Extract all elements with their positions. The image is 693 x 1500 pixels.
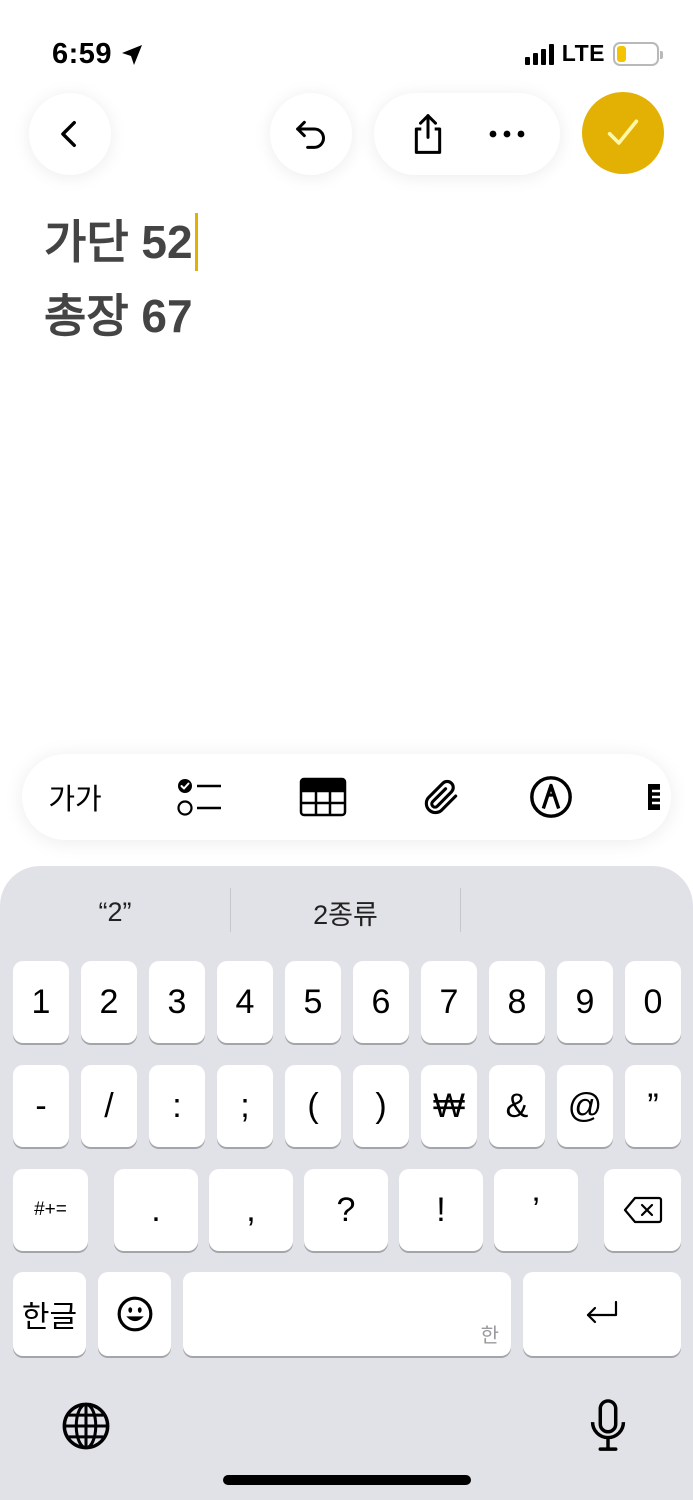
globe-icon	[62, 1402, 110, 1450]
keyboard: “2” 2종류 1 2 3 4 5 6 7 8 9 0 - / : ; ( ) …	[0, 866, 693, 1500]
suggestion-2[interactable]: 2종류	[231, 888, 460, 936]
key[interactable]: ₩	[421, 1065, 477, 1147]
back-button[interactable]	[29, 93, 111, 175]
partial-cut-off-icon	[648, 784, 662, 810]
backspace-icon	[623, 1196, 662, 1224]
suggestion-3[interactable]	[461, 888, 693, 936]
checkmark-icon	[607, 119, 639, 145]
key[interactable]: -	[13, 1065, 69, 1147]
key[interactable]: ,	[209, 1169, 293, 1251]
network-type: LTE	[561, 40, 605, 66]
undo-button[interactable]	[270, 93, 352, 175]
location-arrow-icon	[122, 44, 143, 65]
key[interactable]: 3	[149, 961, 205, 1043]
status-indicators: LTE	[524, 40, 663, 67]
dictation-button[interactable]	[578, 1396, 638, 1456]
paperclip-icon	[424, 779, 458, 815]
table-button[interactable]	[280, 754, 366, 840]
key[interactable]: 1	[13, 961, 69, 1043]
battery-icon	[613, 41, 663, 66]
format-toolbar: 가가	[22, 754, 671, 840]
table-icon	[299, 777, 347, 817]
share-icon	[414, 114, 441, 154]
key[interactable]: .	[114, 1169, 198, 1251]
more-button[interactable]	[472, 99, 542, 169]
home-indicator[interactable]	[223, 1475, 471, 1485]
key[interactable]: ?	[304, 1169, 388, 1251]
checklist-icon	[177, 779, 221, 816]
globe-button[interactable]	[56, 1396, 116, 1456]
undo-icon	[296, 120, 325, 149]
actions-pill	[374, 93, 560, 175]
key[interactable]: @	[557, 1065, 613, 1147]
microphone-icon	[590, 1399, 626, 1451]
checklist-button[interactable]	[156, 754, 242, 840]
note-line-2-text: 총장 67	[44, 290, 193, 342]
text-format-button[interactable]: 가가	[32, 754, 118, 840]
key[interactable]: ”	[625, 1065, 681, 1147]
key[interactable]: /	[81, 1065, 137, 1147]
markup-pen-icon	[530, 776, 572, 818]
key[interactable]: 8	[489, 961, 545, 1043]
key[interactable]: :	[149, 1065, 205, 1147]
done-button[interactable]	[582, 92, 664, 174]
note-line-1-text: 가단 52	[44, 216, 193, 268]
text-format-label: 가가	[48, 784, 102, 816]
key[interactable]: )	[353, 1065, 409, 1147]
key[interactable]: ’	[494, 1169, 578, 1251]
delete-key[interactable]	[604, 1169, 681, 1251]
text-cursor	[194, 213, 198, 271]
key[interactable]: 0	[625, 961, 681, 1043]
space-key[interactable]: 한	[183, 1272, 511, 1356]
attach-button[interactable]	[398, 754, 484, 840]
more-tools-button[interactable]	[646, 754, 671, 840]
emoji-key[interactable]	[98, 1272, 171, 1356]
key[interactable]: 6	[353, 961, 409, 1043]
status-time-text: 6:59	[52, 38, 113, 70]
key[interactable]: (	[285, 1065, 341, 1147]
markup-button[interactable]	[508, 754, 594, 840]
space-key-hint: 한	[480, 1325, 499, 1347]
ellipsis-icon	[489, 130, 524, 138]
note-line-2[interactable]: 총장 67	[44, 279, 198, 353]
return-icon	[586, 1300, 618, 1324]
key[interactable]: 2	[81, 961, 137, 1043]
status-time: 6:59	[52, 38, 144, 71]
note-line-1[interactable]: 가단 52	[44, 205, 198, 279]
suggestion-1[interactable]: “2”	[0, 888, 230, 936]
key[interactable]: ;	[217, 1065, 273, 1147]
key[interactable]: &	[489, 1065, 545, 1147]
emoji-icon	[117, 1296, 152, 1332]
symbols-mode-key[interactable]: #+=	[13, 1169, 88, 1251]
note-body[interactable]: 가단 52 총장 67	[44, 205, 198, 353]
cellular-signal-icon	[524, 43, 554, 65]
share-button[interactable]	[393, 99, 463, 169]
key[interactable]: 7	[421, 961, 477, 1043]
chevron-left-icon	[61, 120, 76, 148]
key[interactable]: 4	[217, 961, 273, 1043]
return-key[interactable]	[523, 1272, 681, 1356]
key[interactable]: 5	[285, 961, 341, 1043]
language-key[interactable]: 한글	[13, 1272, 86, 1356]
key[interactable]: !	[399, 1169, 483, 1251]
key[interactable]: 9	[557, 961, 613, 1043]
